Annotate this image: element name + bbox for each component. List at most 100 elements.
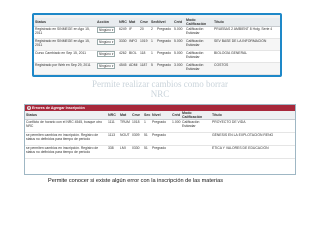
grade-mode-cell: Calificación Estándar — [185, 50, 213, 63]
action-cell: Ningúno — [96, 38, 118, 51]
grade-mode-cell: Calificación Estándar — [185, 62, 213, 75]
registration-header-row: Status Acción NRC Mat Crse Sec Nivel Cré… — [34, 18, 280, 27]
mat-cell: TRUM — [119, 119, 131, 133]
nrc-cell: 3330 — [118, 38, 128, 51]
status-cell: Registrado en SINMEGE en Ago 15, 2011 — [34, 38, 96, 51]
credits-cell: 1.000 — [171, 119, 181, 133]
grade-mode-cell — [181, 132, 211, 146]
col-grade-mode: Modo Calificación — [185, 18, 213, 27]
grade-mode-cell — [181, 145, 211, 159]
grade-mode-cell: Calificación Estándar — [185, 38, 213, 51]
action-select[interactable]: Ningúno — [97, 39, 116, 45]
top-caption-line-2: NRC — [150, 89, 170, 99]
title-cell: BIOLOGÍA GENERAL — [213, 50, 280, 63]
crse-cell: 1187 — [139, 62, 150, 75]
col-title: Título — [211, 111, 295, 120]
level-cell: Pregrado — [151, 145, 171, 159]
table-row: Curso Cambiado en Sep 15, 2011 Ningúno 4… — [34, 50, 280, 63]
col-level: Nivel — [151, 111, 171, 120]
grade-mode-cell: Calificación Estándar — [181, 119, 211, 133]
credits-cell — [171, 132, 181, 146]
sec-cell: 51 — [143, 132, 151, 146]
title-cell: PROYECTO DE VIDA — [211, 119, 295, 133]
col-credits: Créd — [171, 111, 181, 120]
registration-table-card: Status Acción NRC Mat Crse Sec Nivel Cré… — [32, 13, 282, 77]
level-cell: Pregrado — [156, 26, 173, 39]
credits-cell: 5.000 — [173, 50, 185, 63]
level-cell: Pregrado — [156, 50, 173, 63]
col-sec: Sec — [143, 111, 151, 120]
col-mat: Mat — [119, 111, 131, 120]
nrc-cell: 1111 — [107, 119, 119, 133]
action-cell: Ningúno — [96, 26, 118, 39]
errors-header-row: Status NRC Mat Crse Sec Nivel Créd Modo … — [25, 111, 295, 120]
col-nrc: NRC — [118, 18, 128, 27]
crse-cell: 1019 — [139, 38, 150, 51]
col-title: Título — [213, 18, 280, 27]
title-cell: PRUEBAS 2 AMBIENT 8 Holg. Serie 4 — [213, 26, 280, 39]
status-cell: se permiten cambios en inscripción. Regi… — [25, 132, 107, 146]
credits-cell: 5.000 — [173, 38, 185, 51]
add-errors-table: Status NRC Mat Crse Sec Nivel Créd Modo … — [25, 111, 295, 159]
nrc-cell: 338 — [107, 145, 119, 159]
col-action: Acción — [96, 18, 118, 27]
col-crse: Crse — [131, 111, 143, 120]
add-errors-title: Errores de Agregar Inscripción — [32, 106, 85, 110]
mat-cell: NOUT — [119, 132, 131, 146]
table-row: Registrado en SINMEGE en Ago 15, 2011 Ni… — [34, 26, 280, 39]
nrc-cell: 6249 — [118, 26, 128, 39]
crse-cell: 1018 — [131, 119, 143, 133]
add-errors-panel: ✕ Errores de Agregar Inscripción Status … — [24, 104, 296, 175]
mat-cell: BIOL — [128, 50, 139, 63]
top-caption: Permite realizar cambios como borrar NRC — [0, 79, 320, 99]
status-cell: Conflicto de horario con el NRC 4545, bu… — [25, 119, 107, 133]
sec-cell: 51 — [143, 145, 151, 159]
title-cell: COSTOS — [213, 62, 280, 75]
mat-cell: INFO — [128, 38, 139, 51]
top-caption-line-1: Permite realizar cambios como borrar — [92, 79, 228, 89]
crse-cell: 20 — [139, 26, 150, 39]
status-cell: Curso Cambiado en Sep 15, 2011 — [34, 50, 96, 63]
table-row: Conflicto de horario con el NRC 4545, bu… — [25, 119, 295, 133]
action-cell: Ningúno — [96, 50, 118, 63]
error-icon: ✕ — [27, 106, 31, 110]
col-level: Nivel — [156, 18, 173, 27]
level-cell: Pregrado — [156, 38, 173, 51]
title-cell: GÉNESIS EN LA EXPLOTACIÓN RENG — [211, 132, 295, 146]
nrc-cell: 4262 — [118, 50, 128, 63]
registration-table: Status Acción NRC Mat Crse Sec Nivel Cré… — [34, 18, 280, 75]
col-crse: Crse — [139, 18, 150, 27]
status-cell: Registrado por Web en Sep 29, 2011 — [34, 62, 96, 75]
action-cell: Ningúno — [96, 62, 118, 75]
action-select[interactable]: Ningúno — [97, 63, 116, 69]
action-select[interactable]: Ningúno — [97, 27, 116, 33]
title-cell: SEV BASE DE LA INFORMACIÓN — [213, 38, 280, 51]
crse-cell: 0309 — [131, 132, 143, 146]
col-mat: Mat — [128, 18, 139, 27]
status-cell: Registrado en SINMEGE en Ago 15, 2011 — [34, 26, 96, 39]
level-cell: Pregrado — [156, 62, 173, 75]
crse-cell: 0330 — [131, 145, 143, 159]
col-status: Status — [25, 111, 107, 120]
sec-cell: 1 — [143, 119, 151, 133]
mat-cell: LMI — [119, 145, 131, 159]
col-credits: Créd — [173, 18, 185, 27]
nrc-cell: 4545 — [118, 62, 128, 75]
nrc-cell: 1113 — [107, 132, 119, 146]
col-grade-mode: Modo Calificación — [181, 111, 211, 120]
col-status: Status — [34, 18, 96, 27]
table-row: se permiten cambios en inscripción. Regi… — [25, 132, 295, 146]
level-cell: Pregrado — [151, 119, 171, 133]
bottom-caption: Permite conocer si existe algún error co… — [48, 178, 224, 184]
level-cell: Pregrado — [151, 132, 171, 146]
status-cell: se permiten cambios en inscripción. Regi… — [25, 145, 107, 159]
crse-cell: 118 — [139, 50, 150, 63]
action-select[interactable]: Ningúno — [97, 51, 116, 57]
col-nrc: NRC — [107, 111, 119, 120]
mat-cell: ADMI — [128, 62, 139, 75]
title-cell: ÉTICA Y VALORES DE EDUCACIÓN — [211, 145, 295, 159]
credits-cell: 3.000 — [173, 62, 185, 75]
mat-cell: IF — [128, 26, 139, 39]
table-row: Registrado en SINMEGE en Ago 15, 2011 Ni… — [34, 38, 280, 51]
table-row: se permiten cambios en inscripción. Regi… — [25, 145, 295, 159]
